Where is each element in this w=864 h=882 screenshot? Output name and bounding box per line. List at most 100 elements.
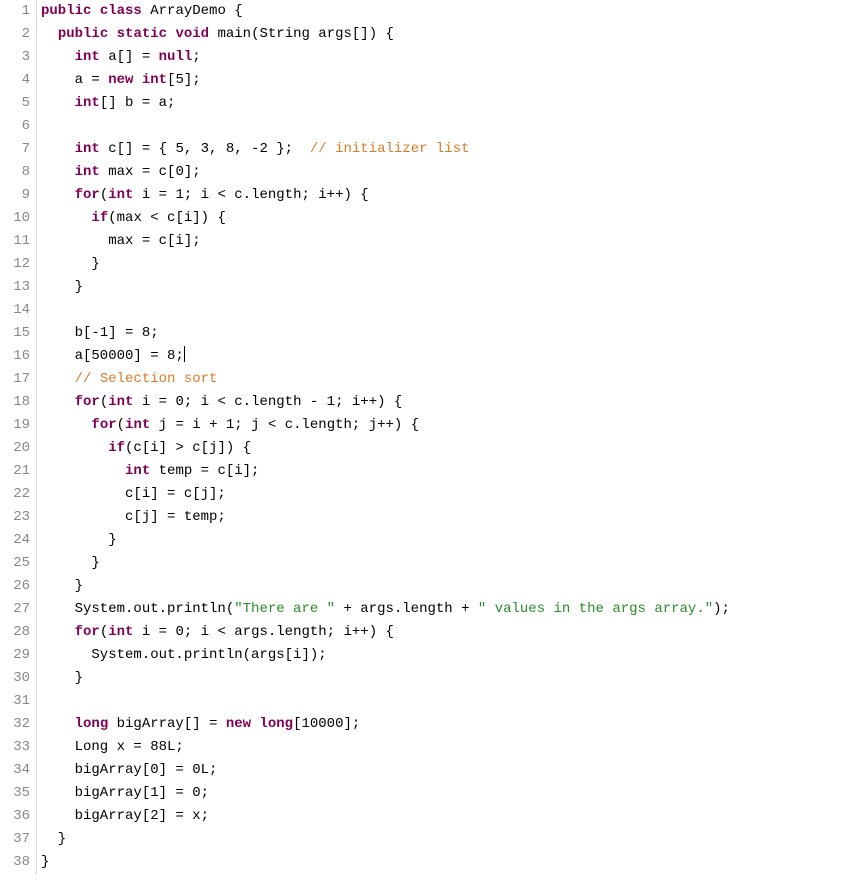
code-line[interactable]: long bigArray[] = new long[10000]; xyxy=(41,713,864,736)
code-token: for xyxy=(75,624,100,640)
code-line[interactable]: } xyxy=(41,828,864,851)
code-token: System.out.println( xyxy=(41,601,234,617)
code-line[interactable]: int max = c[0]; xyxy=(41,161,864,184)
code-line[interactable]: a = new int[5]; xyxy=(41,69,864,92)
line-number: 19 xyxy=(0,414,30,437)
code-token: int xyxy=(75,95,100,111)
line-number: 22 xyxy=(0,483,30,506)
code-line[interactable]: int a[] = null; xyxy=(41,46,864,69)
code-line[interactable]: if(c[i] > c[j]) { xyxy=(41,437,864,460)
line-number: 14 xyxy=(0,299,30,322)
code-token: max = c[i]; xyxy=(41,233,201,249)
code-line[interactable]: Long x = 88L; xyxy=(41,736,864,759)
code-line[interactable]: c[i] = c[j]; xyxy=(41,483,864,506)
code-token: ArrayDemo { xyxy=(142,3,243,19)
code-token xyxy=(91,3,99,19)
code-line[interactable]: for(int i = 0; i < args.length; i++) { xyxy=(41,621,864,644)
code-token: } xyxy=(41,854,49,870)
code-token: int xyxy=(108,187,133,203)
code-token: ; xyxy=(192,49,200,65)
code-token: bigArray[2] = x; xyxy=(41,808,209,824)
code-editor[interactable]: 1234567891011121314151617181920212223242… xyxy=(0,0,864,874)
line-number: 9 xyxy=(0,184,30,207)
code-line[interactable]: int[] b = a; xyxy=(41,92,864,115)
line-number: 6 xyxy=(0,115,30,138)
code-token: (c[i] > c[j]) { xyxy=(125,440,251,456)
line-number: 27 xyxy=(0,598,30,621)
text-cursor xyxy=(184,346,185,362)
code-line[interactable]: // Selection sort xyxy=(41,368,864,391)
code-token: ( xyxy=(100,394,108,410)
code-token: } xyxy=(41,256,100,272)
line-number: 2 xyxy=(0,23,30,46)
line-number: 36 xyxy=(0,805,30,828)
code-line[interactable]: bigArray[2] = x; xyxy=(41,805,864,828)
code-token: max = c[0]; xyxy=(100,164,201,180)
code-token: long xyxy=(75,716,109,732)
code-token: i = 1; i < c.length; i++) { xyxy=(133,187,368,203)
code-token: (max < c[i]) { xyxy=(108,210,226,226)
code-token xyxy=(41,210,91,226)
code-token: int xyxy=(125,417,150,433)
code-line[interactable]: System.out.println("There are " + args.l… xyxy=(41,598,864,621)
code-line[interactable]: System.out.println(args[i]); xyxy=(41,644,864,667)
code-line[interactable]: if(max < c[i]) { xyxy=(41,207,864,230)
code-token xyxy=(41,440,108,456)
code-line[interactable]: c[j] = temp; xyxy=(41,506,864,529)
code-line[interactable]: bigArray[0] = 0L; xyxy=(41,759,864,782)
code-token: int xyxy=(75,164,100,180)
code-line[interactable] xyxy=(41,690,864,713)
line-number: 32 xyxy=(0,713,30,736)
line-number: 1 xyxy=(0,0,30,23)
line-number: 16 xyxy=(0,345,30,368)
code-line[interactable]: int temp = c[i]; xyxy=(41,460,864,483)
code-token: void xyxy=(175,26,209,42)
code-line[interactable]: b[-1] = 8; xyxy=(41,322,864,345)
code-line[interactable]: max = c[i]; xyxy=(41,230,864,253)
line-number: 10 xyxy=(0,207,30,230)
code-line[interactable]: public class ArrayDemo { xyxy=(41,0,864,23)
code-line[interactable]: int c[] = { 5, 3, 8, -2 }; // initialize… xyxy=(41,138,864,161)
code-token: [5]; xyxy=(167,72,201,88)
code-line[interactable]: public static void main(String args[]) { xyxy=(41,23,864,46)
code-token: // initializer list xyxy=(310,141,470,157)
line-number: 7 xyxy=(0,138,30,161)
code-token: } xyxy=(41,670,83,686)
code-line[interactable]: bigArray[1] = 0; xyxy=(41,782,864,805)
code-line[interactable]: for(int j = i + 1; j < c.length; j++) { xyxy=(41,414,864,437)
line-number: 24 xyxy=(0,529,30,552)
code-token: b[-1] = 8; xyxy=(41,325,159,341)
code-token: + args.length + xyxy=(335,601,478,617)
code-line[interactable]: } xyxy=(41,529,864,552)
code-token xyxy=(108,26,116,42)
code-token: " values in the args array." xyxy=(478,601,713,617)
code-token: if xyxy=(91,210,108,226)
code-token: null xyxy=(159,49,193,65)
code-line[interactable]: for(int i = 1; i < c.length; i++) { xyxy=(41,184,864,207)
code-token: // Selection sort xyxy=(75,371,218,387)
code-line[interactable] xyxy=(41,299,864,322)
code-token: for xyxy=(75,187,100,203)
code-token: bigArray[0] = 0L; xyxy=(41,762,217,778)
code-line[interactable]: } xyxy=(41,552,864,575)
code-token xyxy=(41,371,75,387)
code-token xyxy=(41,716,75,732)
code-token: long xyxy=(259,716,293,732)
code-token: a = xyxy=(41,72,108,88)
code-token: a[] = xyxy=(100,49,159,65)
code-token: } xyxy=(41,578,83,594)
code-token xyxy=(41,624,75,640)
line-number-gutter: 1234567891011121314151617181920212223242… xyxy=(0,0,37,874)
code-token: for xyxy=(91,417,116,433)
code-line[interactable]: } xyxy=(41,276,864,299)
code-token: class xyxy=(100,3,142,19)
code-line[interactable]: } xyxy=(41,851,864,874)
code-line[interactable]: for(int i = 0; i < c.length - 1; i++) { xyxy=(41,391,864,414)
code-area[interactable]: public class ArrayDemo { public static v… xyxy=(37,0,864,874)
code-line[interactable]: } xyxy=(41,253,864,276)
code-line[interactable] xyxy=(41,115,864,138)
code-line[interactable]: } xyxy=(41,667,864,690)
code-line[interactable]: } xyxy=(41,575,864,598)
code-line[interactable]: a[50000] = 8; xyxy=(41,345,864,368)
line-number: 15 xyxy=(0,322,30,345)
